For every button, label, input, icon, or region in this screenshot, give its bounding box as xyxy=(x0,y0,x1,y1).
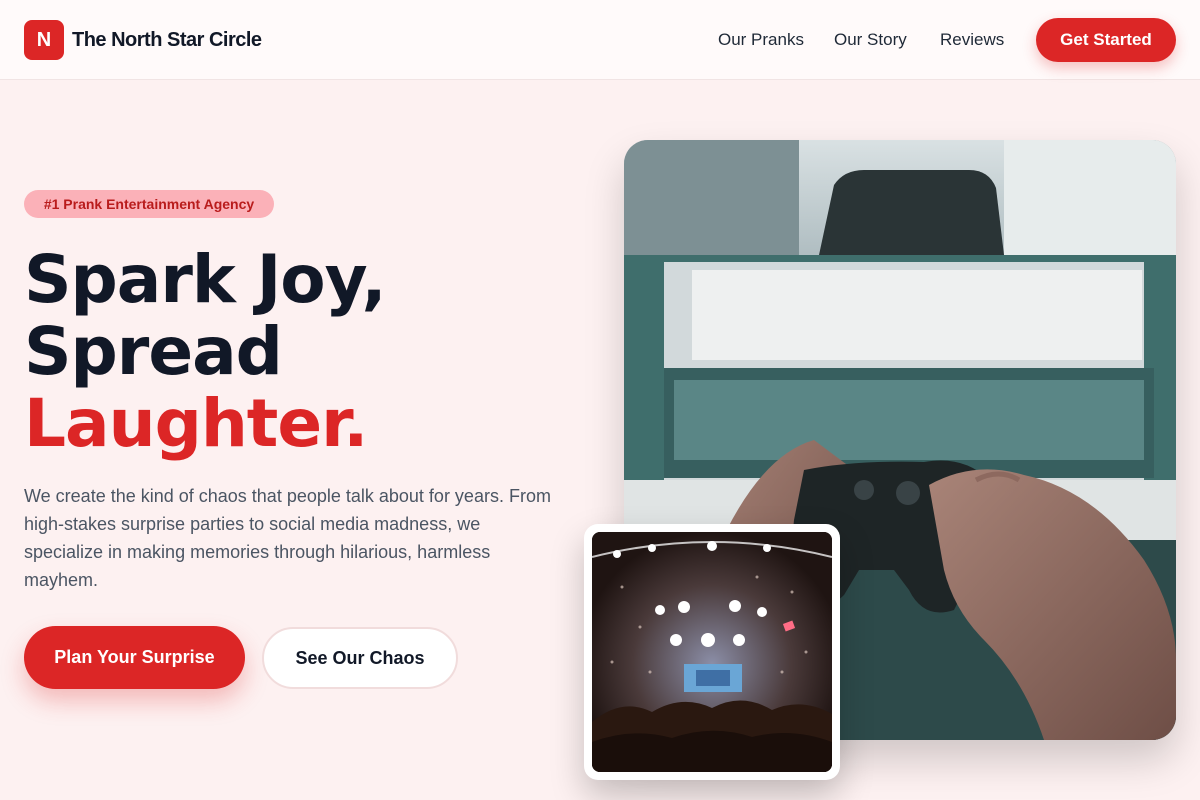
nav-link-our-story[interactable]: Our Story xyxy=(834,30,907,50)
plan-surprise-button[interactable]: Plan Your Surprise xyxy=(24,626,245,689)
logo-icon: N xyxy=(24,20,64,60)
hero-badge: #1 Prank Entertainment Agency xyxy=(24,190,274,218)
nav-link-our-pranks[interactable]: Our Pranks xyxy=(718,30,804,50)
headline-line-2: Spread xyxy=(24,313,283,390)
hero-description: We create the kind of chaos that people … xyxy=(24,486,551,590)
see-chaos-button[interactable]: See Our Chaos xyxy=(262,627,458,689)
navbar: N The North Star Circle Our Pranks Our S… xyxy=(0,0,1200,80)
brand-name: The North Star Circle xyxy=(72,28,262,51)
headline-line-3: Laughter. xyxy=(24,385,368,462)
headline-line-1: Spark Joy, xyxy=(24,241,387,318)
concert-crowd-image xyxy=(592,532,832,772)
get-started-button[interactable]: Get Started xyxy=(1036,18,1176,62)
concert-crowd-illustration xyxy=(592,532,832,772)
brand-link[interactable]: N The North Star Circle xyxy=(24,20,262,60)
hero-headline: Spark Joy, Spread Laughter. xyxy=(24,244,584,460)
nav-link-reviews[interactable]: Reviews xyxy=(940,30,1004,50)
inset-image-card xyxy=(584,524,840,780)
